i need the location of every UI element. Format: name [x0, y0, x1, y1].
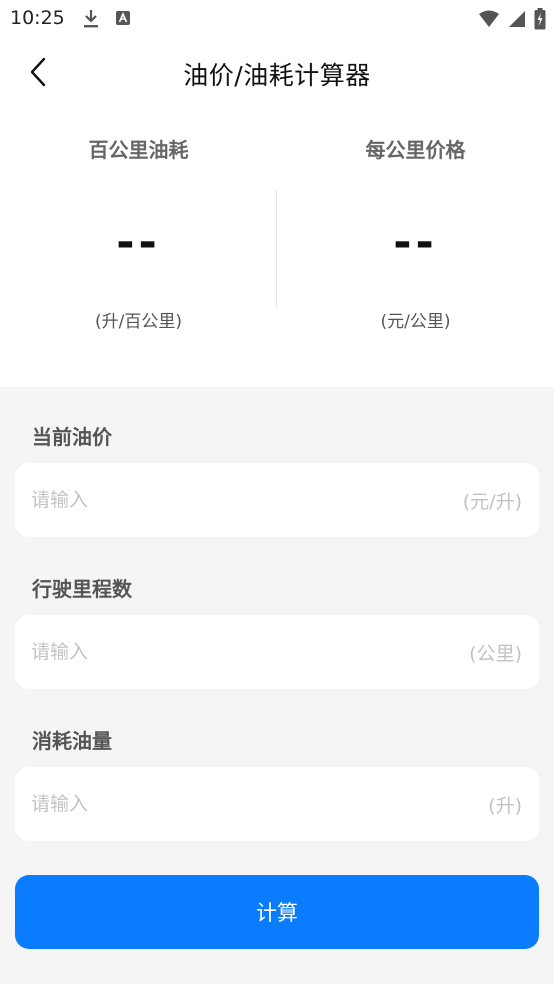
download-icon	[82, 8, 100, 34]
battery-charging-icon	[534, 8, 546, 34]
fuel-used-input[interactable]	[31, 767, 411, 841]
result-unit: (升/百公里)	[95, 312, 182, 332]
field-unit: (公里)	[469, 643, 522, 665]
field-unit: (元/升)	[462, 491, 522, 513]
mileage-field[interactable]: (公里)	[15, 615, 539, 689]
result-label: 每公里价格	[365, 138, 466, 162]
a-badge-icon	[114, 8, 132, 34]
status-bar: 10:25	[0, 0, 554, 38]
result-unit: (元/公里)	[380, 312, 451, 332]
wifi-icon	[478, 10, 500, 32]
result-value: --	[393, 217, 438, 268]
field-unit: (升)	[488, 795, 522, 817]
cost-per-km-result: 每公里价格 -- (元/公里)	[277, 134, 554, 332]
fuel-price-field[interactable]: (元/升)	[15, 463, 539, 537]
fuel-price-label: 当前油价	[32, 425, 112, 449]
fuel-used-label: 消耗油量	[32, 729, 112, 753]
fuel-used-field[interactable]: (升)	[15, 767, 539, 841]
nav-bar: 油价/油耗计算器	[0, 38, 554, 110]
status-left-icons	[82, 8, 132, 34]
fuel-price-input[interactable]	[31, 463, 411, 537]
result-value: --	[116, 217, 161, 268]
result-label: 百公里油耗	[88, 138, 189, 162]
result-panel: 油价/油耗计算器 百公里油耗 -- (升/百公里) 每公里价格 -- (元/公里…	[0, 38, 554, 387]
page-title: 油价/油耗计算器	[183, 61, 371, 90]
mileage-label: 行驶里程数	[32, 577, 132, 601]
fuel-consumption-result: 百公里油耗 -- (升/百公里)	[0, 134, 277, 332]
mileage-input[interactable]	[31, 615, 411, 689]
calculate-button[interactable]: 计算	[15, 875, 539, 949]
status-time: 10:25	[10, 7, 65, 29]
status-right-icons	[478, 8, 546, 34]
cell-signal-icon	[508, 10, 526, 32]
